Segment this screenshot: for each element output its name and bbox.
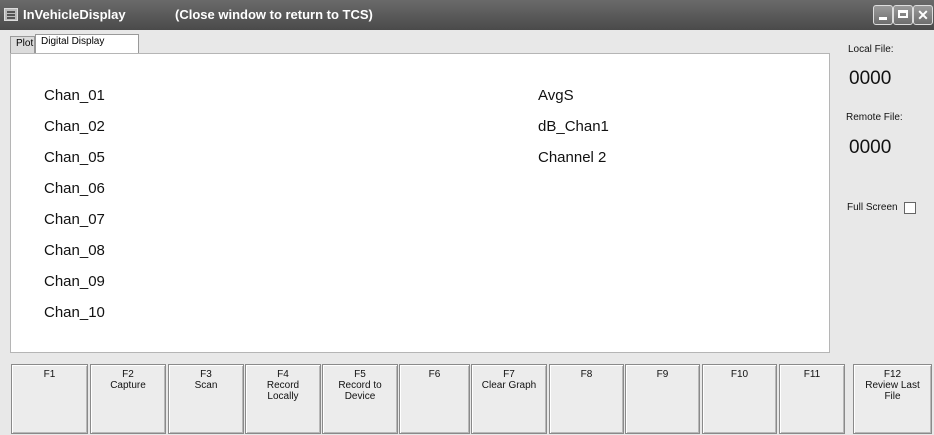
minimize-icon[interactable]	[873, 5, 893, 25]
f7-clear-graph-button[interactable]: F7 Clear Graph	[471, 364, 547, 434]
channel-label: Chan_08	[44, 242, 105, 259]
f1-button[interactable]: F1	[11, 364, 88, 434]
f2-capture-button[interactable]: F2 Capture	[90, 364, 166, 434]
f11-button[interactable]: F11	[779, 364, 845, 434]
f8-button[interactable]: F8	[549, 364, 624, 434]
title-bar: InVehicleDisplay (Close window to return…	[0, 0, 934, 30]
f5-record-to-device-button[interactable]: F5 Record to Device	[322, 364, 398, 434]
channel-label: Channel 2	[538, 149, 607, 166]
f12-review-last-file-button[interactable]: F12 Review Last File	[853, 364, 932, 434]
f3-scan-button[interactable]: F3 Scan	[168, 364, 244, 434]
f10-button[interactable]: F10	[702, 364, 777, 434]
local-file-value: 0000	[849, 68, 892, 89]
channel-label: Chan_07	[44, 211, 105, 228]
fullscreen-checkbox[interactable]	[904, 202, 916, 214]
app-icon	[4, 8, 18, 21]
f6-button[interactable]: F6	[399, 364, 470, 434]
tab-digital-display[interactable]: Digital Display	[35, 34, 139, 53]
function-key-bar: F1 F2 Capture F3 Scan F4 Record Locally …	[0, 356, 934, 435]
digital-display-panel: Chan_01 Chan_02 Chan_05 Chan_06 Chan_07 …	[10, 53, 830, 353]
channel-label: Chan_05	[44, 149, 105, 166]
window-title: InVehicleDisplay	[23, 7, 126, 22]
channel-label: Chan_01	[44, 87, 105, 104]
fullscreen-label: Full Screen	[847, 202, 898, 213]
tab-plot[interactable]: Plot	[10, 36, 35, 54]
channel-label: AvgS	[538, 87, 574, 104]
channel-label: dB_Chan1	[538, 118, 609, 135]
channel-label: Chan_02	[44, 118, 105, 135]
channel-label: Chan_06	[44, 180, 105, 197]
remote-file-value: 0000	[849, 137, 892, 158]
window-subtitle: (Close window to return to TCS)	[175, 7, 373, 22]
maximize-icon[interactable]	[893, 5, 913, 25]
close-icon[interactable]: ✕	[913, 5, 933, 25]
f9-button[interactable]: F9	[625, 364, 700, 434]
local-file-label: Local File:	[848, 44, 894, 55]
f4-record-locally-button[interactable]: F4 Record Locally	[245, 364, 321, 434]
channel-label: Chan_09	[44, 273, 105, 290]
channel-label: Chan_10	[44, 304, 105, 321]
remote-file-label: Remote File:	[846, 112, 903, 123]
